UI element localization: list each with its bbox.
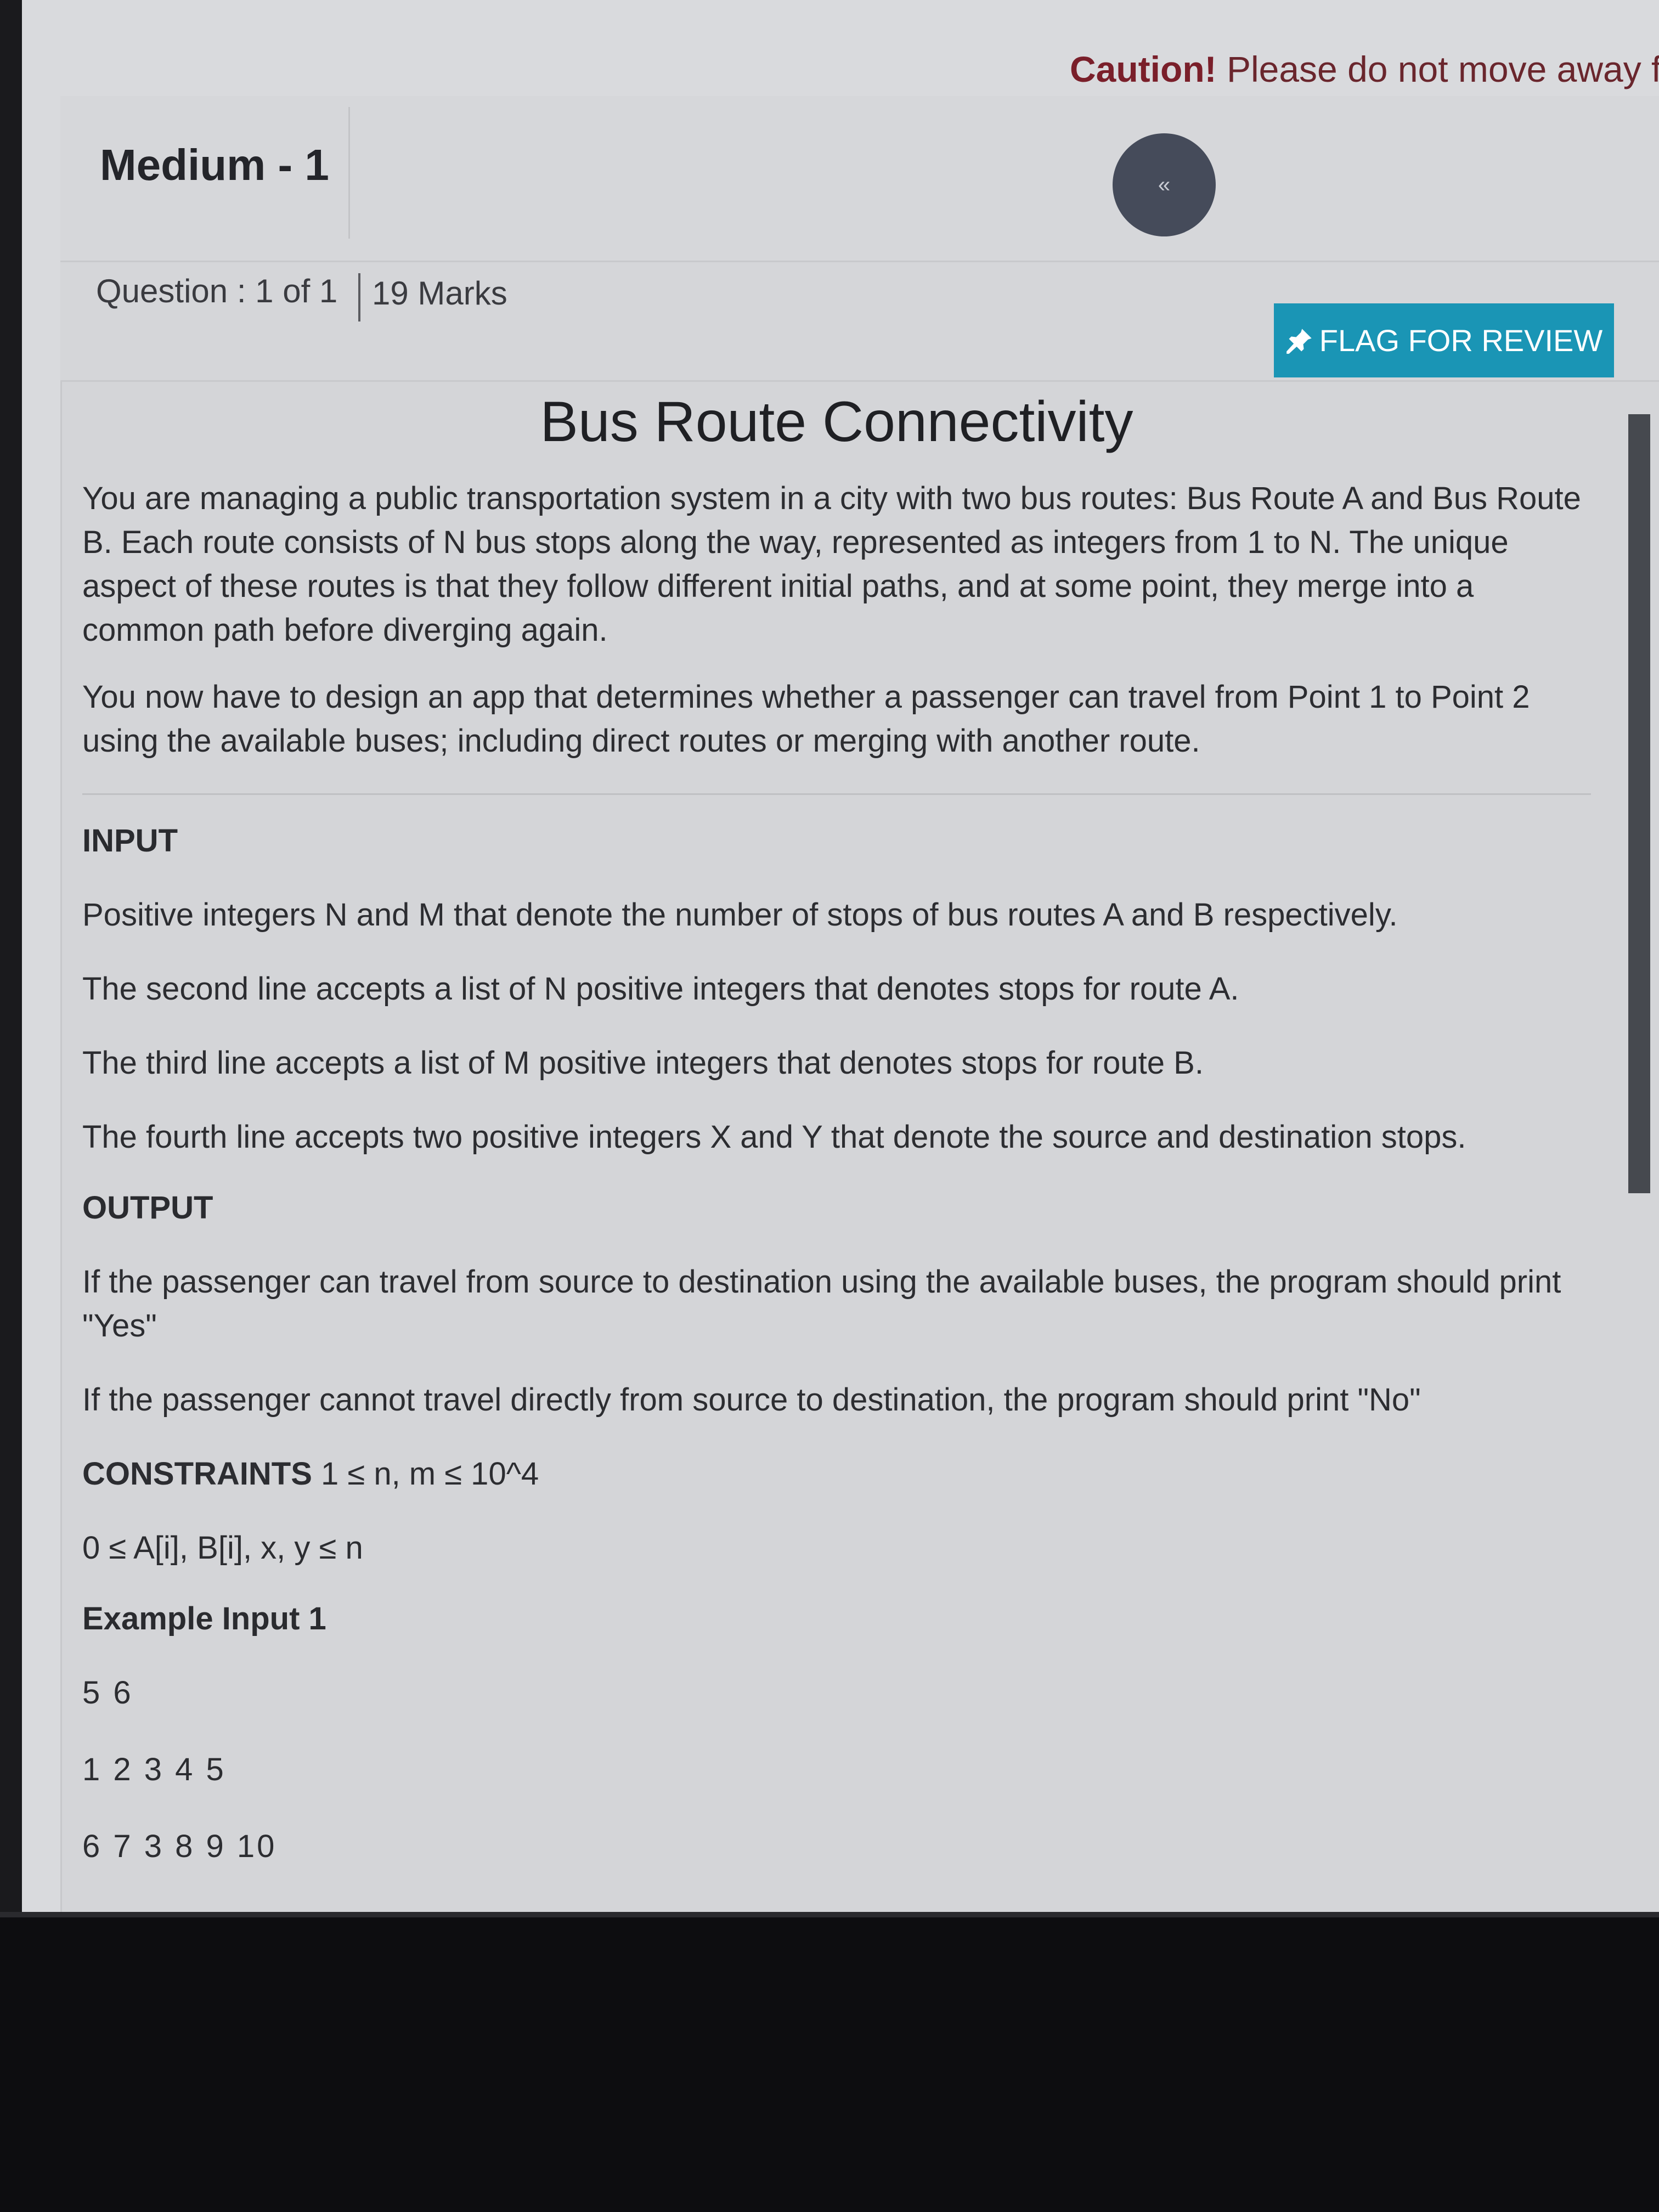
- caution-label: Caution!: [1070, 49, 1217, 89]
- collapse-panel-button[interactable]: «: [1113, 133, 1216, 236]
- input-line: The fourth line accepts two positive int…: [82, 1119, 1466, 1155]
- output-heading: OUTPUT: [82, 1190, 213, 1226]
- output-line: If the passenger cannot travel directly …: [82, 1382, 1421, 1418]
- problem-statement: Bus Route Connectivity You are managing …: [82, 390, 1591, 1901]
- screen-left-edge: [0, 0, 22, 1917]
- exam-screen: Caution! Please do not move away fro Med…: [0, 0, 1659, 1917]
- input-line: The second line accepts a list of N posi…: [82, 971, 1239, 1007]
- double-chevron-left-icon: «: [1158, 172, 1171, 197]
- question-marks: 19 Marks: [372, 275, 507, 312]
- output-line: If the passenger can travel from source …: [82, 1264, 1561, 1344]
- header-divider: [348, 107, 350, 239]
- section-title: Medium - 1: [100, 140, 329, 189]
- input-line: The third line accepts a list of M posit…: [82, 1045, 1204, 1081]
- example-input-line: 5 6: [82, 1675, 133, 1711]
- question-meta-row: Question : 1 of 1 19 Marks FLAG FOR REVI…: [60, 262, 1659, 382]
- problem-title: Bus Route Connectivity: [540, 390, 1133, 454]
- flag-for-review-button[interactable]: FLAG FOR REVIEW: [1274, 303, 1614, 377]
- constraints-heading: CONSTRAINTS: [82, 1456, 312, 1492]
- caution-message: Please do not move away fro: [1216, 49, 1659, 89]
- question-header: Medium - 1 «: [60, 96, 1659, 262]
- caution-banner: Caution! Please do not move away fro: [1070, 48, 1659, 90]
- example-input-line: 6 7 3 8 9 10: [82, 1829, 277, 1864]
- input-heading: INPUT: [82, 823, 178, 859]
- description-paragraph: You are managing a public transportation…: [82, 481, 1581, 648]
- flag-button-label: FLAG FOR REVIEW: [1319, 323, 1603, 358]
- section-divider: [82, 793, 1591, 795]
- example-input-heading: Example Input 1: [82, 1601, 326, 1637]
- constraint-range-n-m: 1 ≤ n, m ≤ 10^4: [312, 1456, 539, 1492]
- question-counter: Question : 1 of 1: [96, 273, 338, 309]
- example-input-line: 1 2 3 4 5: [82, 1752, 226, 1787]
- laptop-bezel: [0, 1917, 1659, 2212]
- input-line: Positive integers N and M that denote th…: [82, 897, 1398, 933]
- constraints-line: CONSTRAINTS 1 ≤ n, m ≤ 10^4: [82, 1452, 1591, 1496]
- description-paragraph: You now have to design an app that deter…: [82, 679, 1530, 759]
- content-scrollbar-thumb[interactable]: [1628, 414, 1650, 1193]
- pin-icon: [1286, 328, 1312, 354]
- constraint-range-values: 0 ≤ A[i], B[i], x, y ≤ n: [82, 1530, 363, 1566]
- meta-separator: [358, 273, 360, 321]
